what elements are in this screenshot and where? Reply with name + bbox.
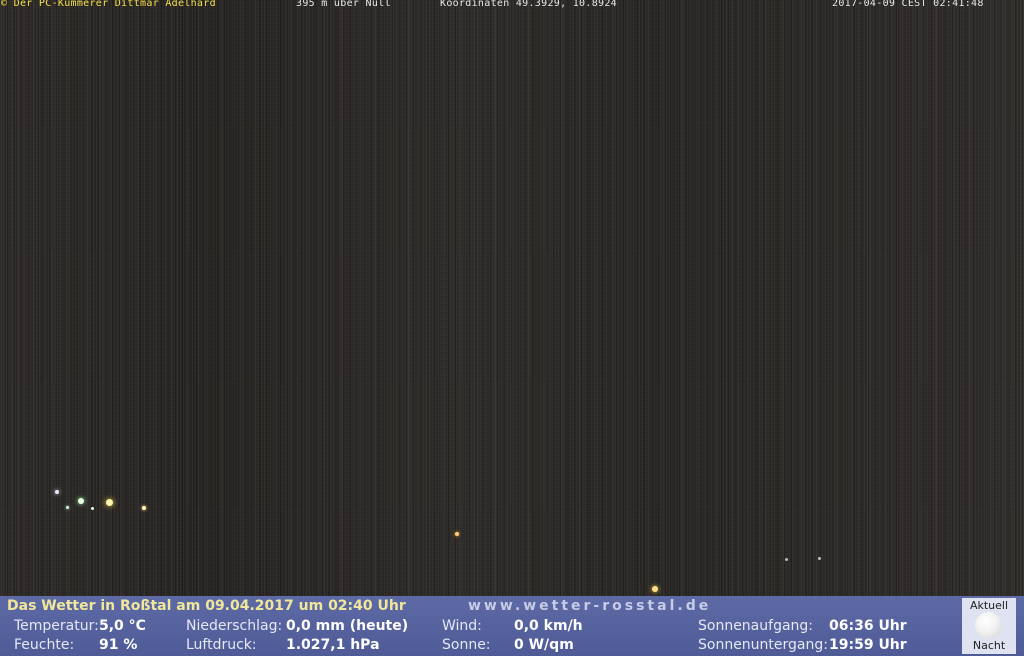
full-moon-icon [975,612,1002,639]
moon-current-label: Aktuell [969,599,1009,612]
distant-light [78,498,84,504]
moon-night-label: Nacht [972,639,1006,652]
humidity-label: Feuchte: [14,637,75,653]
distant-light [142,506,146,510]
coordinates-text: Koordinaten 49.3929, 10.8924 [440,0,617,9]
timestamp-text: 2017-04-09 CEST 02:41:48 [832,0,984,9]
distant-light [455,532,459,536]
distant-light [818,557,821,560]
weather-title: Das Wetter in Roßtal am 09.04.2017 um 02… [7,598,406,614]
distant-light [66,506,69,509]
webcam-frame: © Der PC-Kümmerer Dittmar Adelhard 395 m… [0,0,1024,656]
distant-light [55,490,59,494]
distant-light [91,507,94,510]
temperature-label: Temperatur: [14,618,99,634]
weather-bar: Das Wetter in Roßtal am 09.04.2017 um 02… [0,596,1024,656]
webcam-night-image [0,0,1024,596]
webcam-info-overlay: © Der PC-Kümmerer Dittmar Adelhard 395 m… [0,0,1024,10]
moon-phase-box: Aktuell Nacht [962,598,1016,654]
sunset-label: Sonnenuntergang: [698,637,828,653]
humidity-value: 91 % [99,637,138,653]
altitude-text: 395 m über Null [296,0,391,9]
wind-value: 0,0 km/h [514,618,583,634]
distant-light [106,499,113,506]
sunrise-label: Sonnenaufgang: [698,618,814,634]
site-link[interactable]: www.wetter-rosstal.de [468,598,711,614]
distant-light [652,586,658,592]
distant-light [785,558,788,561]
sunset-value: 19:59 Uhr [829,637,907,653]
sunrise-value: 06:36 Uhr [829,618,907,634]
temperature-value: 5,0 °C [99,618,146,634]
copyright-text: © Der PC-Kümmerer Dittmar Adelhard [1,0,216,9]
precipitation-value: 0,0 mm (heute) [286,618,409,634]
precipitation-label: Niederschlag: [186,618,283,634]
wind-label: Wind: [442,618,482,634]
pressure-value: 1.027,1 hPa [286,637,380,653]
sun-radiation-label: Sonne: [442,637,491,653]
sun-radiation-value: 0 W/qm [514,637,574,653]
pressure-label: Luftdruck: [186,637,257,653]
